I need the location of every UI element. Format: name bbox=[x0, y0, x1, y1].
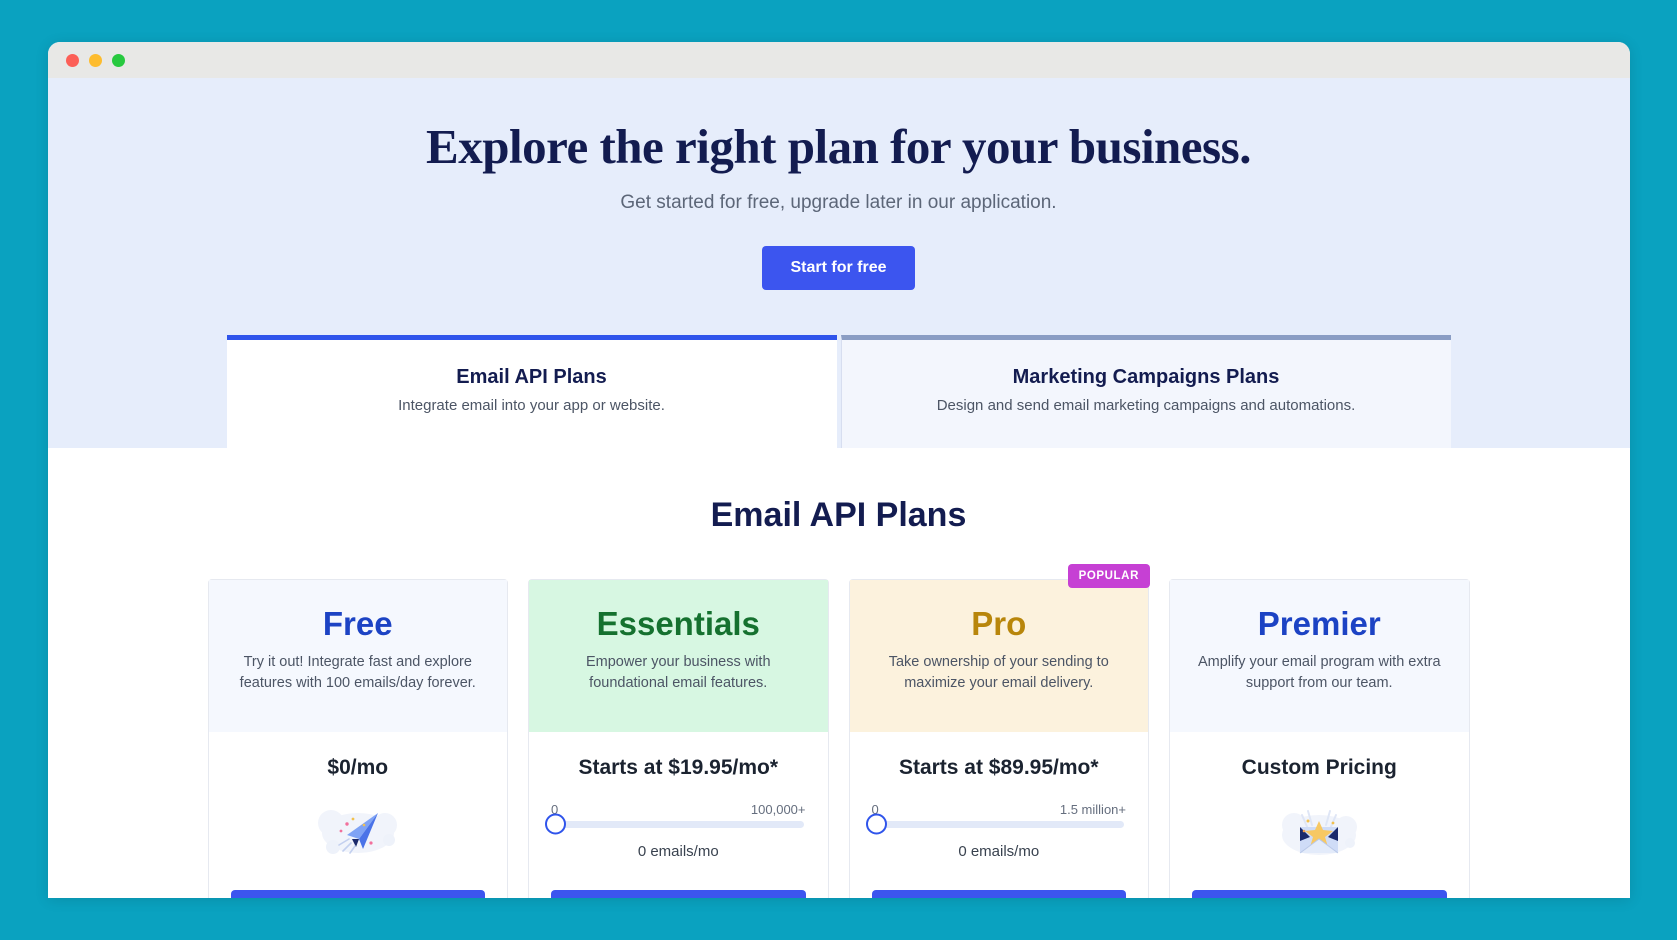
pricing-card-pro: POPULAR Pro Take ownership of your sendi… bbox=[848, 563, 1150, 898]
pricing-card-pro-header: Pro Take ownership of your sending to ma… bbox=[849, 579, 1148, 732]
pricing-card-premier-footer: Talk to an Expert bbox=[1170, 868, 1469, 898]
hero-section: Explore the right plan for your business… bbox=[47, 78, 1630, 448]
browser-window: Explore the right plan for your business… bbox=[47, 42, 1630, 898]
pricing-cards: Free Try it out! Integrate fast and expl… bbox=[48, 563, 1630, 898]
pricing-card-free-price: $0/mo bbox=[327, 755, 389, 779]
tab-marketing-campaigns-plans[interactable]: Marketing Campaigns Plans Design and sen… bbox=[840, 334, 1451, 448]
hero-subtitle: Get started for free, upgrade later in o… bbox=[620, 191, 1057, 213]
hero-cta-container: Start for free bbox=[48, 245, 1630, 290]
close-window-button[interactable] bbox=[65, 53, 79, 67]
pricing-card-pro-desc: Take ownership of your sending to maximi… bbox=[888, 654, 1109, 692]
pricing-card-free-body: $0/mo bbox=[209, 732, 508, 868]
pricing-card-free-name: Free bbox=[322, 604, 393, 642]
pricing-card-essentials-slider: 0 100,000+ 0 emails/mo bbox=[545, 802, 806, 860]
pricing-card-pro-cta-button[interactable]: Start for free bbox=[871, 889, 1126, 898]
plan-type-tabs: Email API Plans Integrate email into you… bbox=[48, 334, 1630, 448]
hero-start-for-free-button[interactable]: Start for free bbox=[762, 245, 915, 290]
pricing-card-pro-footer: Start for free bbox=[850, 868, 1149, 898]
pricing-card-free-header: Free Try it out! Integrate fast and expl… bbox=[208, 579, 507, 732]
pricing-card-premier-header: Premier Amplify your email program with … bbox=[1170, 579, 1469, 732]
pro-slider-thumb[interactable] bbox=[865, 813, 887, 835]
minimize-window-button[interactable] bbox=[88, 53, 102, 67]
essentials-slider-max-label: 100,000+ bbox=[750, 801, 806, 817]
pricing-card-premier-cta-button[interactable]: Talk to an Expert bbox=[1192, 889, 1447, 898]
pricing-card-free-cta-button[interactable]: Start for free bbox=[230, 889, 485, 898]
pricing-card-pro-body: Starts at $89.95/mo* 0 1.5 million+ 0 em… bbox=[850, 732, 1149, 868]
pricing-card-essentials-footer: Start for free bbox=[529, 868, 828, 898]
pricing-card-essentials-body: Starts at $19.95/mo* 0 100,000+ 0 emails… bbox=[529, 732, 828, 868]
envelope-star-illustration bbox=[1192, 794, 1447, 868]
pricing-card-free-desc: Try it out! Integrate fast and explore f… bbox=[239, 654, 476, 692]
pricing-card-essentials: Essentials Empower your business with fo… bbox=[528, 578, 829, 898]
pricing-card-essentials-name: Essentials bbox=[596, 604, 760, 642]
pro-slider-value: 0 emails/mo bbox=[958, 842, 1040, 860]
tab-email-api-plans-desc: Integrate email into your app or website… bbox=[398, 396, 665, 414]
maximize-window-button[interactable] bbox=[111, 53, 125, 67]
pricing-card-free-footer: Start for free bbox=[209, 868, 508, 898]
pricing-card-premier-name: Premier bbox=[1257, 604, 1381, 642]
pricing-card-essentials-cta-button[interactable]: Start for free bbox=[551, 889, 806, 898]
pricing-card-pro-name: Pro bbox=[971, 604, 1027, 642]
tab-email-api-plans[interactable]: Email API Plans Integrate email into you… bbox=[226, 334, 837, 448]
plans-section-title: Email API Plans bbox=[710, 495, 967, 534]
pricing-card-pro-price: Starts at $89.95/mo* bbox=[898, 755, 1099, 779]
page-title: Explore the right plan for your business… bbox=[426, 119, 1251, 174]
popular-badge: POPULAR bbox=[1067, 563, 1150, 588]
plans-section: Email API Plans Free Try it out! Integra… bbox=[47, 447, 1630, 898]
pricing-card-premier-desc: Amplify your email program with extra su… bbox=[1197, 654, 1441, 692]
pricing-card-free: Free Try it out! Integrate fast and expl… bbox=[207, 578, 508, 898]
pro-slider-track[interactable] bbox=[865, 813, 1124, 835]
essentials-slider-labels: 0 100,000+ bbox=[551, 802, 806, 817]
pricing-card-pro-slider: 0 1.5 million+ 0 emails/mo bbox=[865, 802, 1127, 860]
essentials-slider-value: 0 emails/mo bbox=[637, 842, 719, 860]
tab-email-api-plans-title: Email API Plans bbox=[456, 365, 607, 388]
pricing-card-essentials-desc: Empower your business with foundational … bbox=[585, 654, 771, 692]
pro-slider-max-label: 1.5 million+ bbox=[1059, 801, 1126, 817]
pricing-card-essentials-header: Essentials Empower your business with fo… bbox=[529, 579, 828, 732]
paper-plane-illustration bbox=[231, 794, 486, 868]
page-content: Explore the right plan for your business… bbox=[47, 78, 1630, 898]
window-titlebar bbox=[47, 42, 1630, 78]
tab-marketing-campaigns-plans-title: Marketing Campaigns Plans bbox=[1012, 365, 1280, 388]
pro-slider-labels: 0 1.5 million+ bbox=[872, 802, 1127, 817]
pricing-card-essentials-price: Starts at $19.95/mo* bbox=[578, 755, 779, 779]
tab-marketing-campaigns-plans-desc: Design and send email marketing campaign… bbox=[936, 396, 1356, 414]
pricing-card-premier-body: Custom Pricing bbox=[1170, 732, 1469, 868]
essentials-slider-thumb[interactable] bbox=[545, 813, 566, 835]
pricing-card-premier: Premier Amplify your email program with … bbox=[1169, 578, 1470, 898]
essentials-slider-track[interactable] bbox=[545, 813, 804, 835]
pricing-card-premier-price: Custom Pricing bbox=[1241, 755, 1397, 779]
